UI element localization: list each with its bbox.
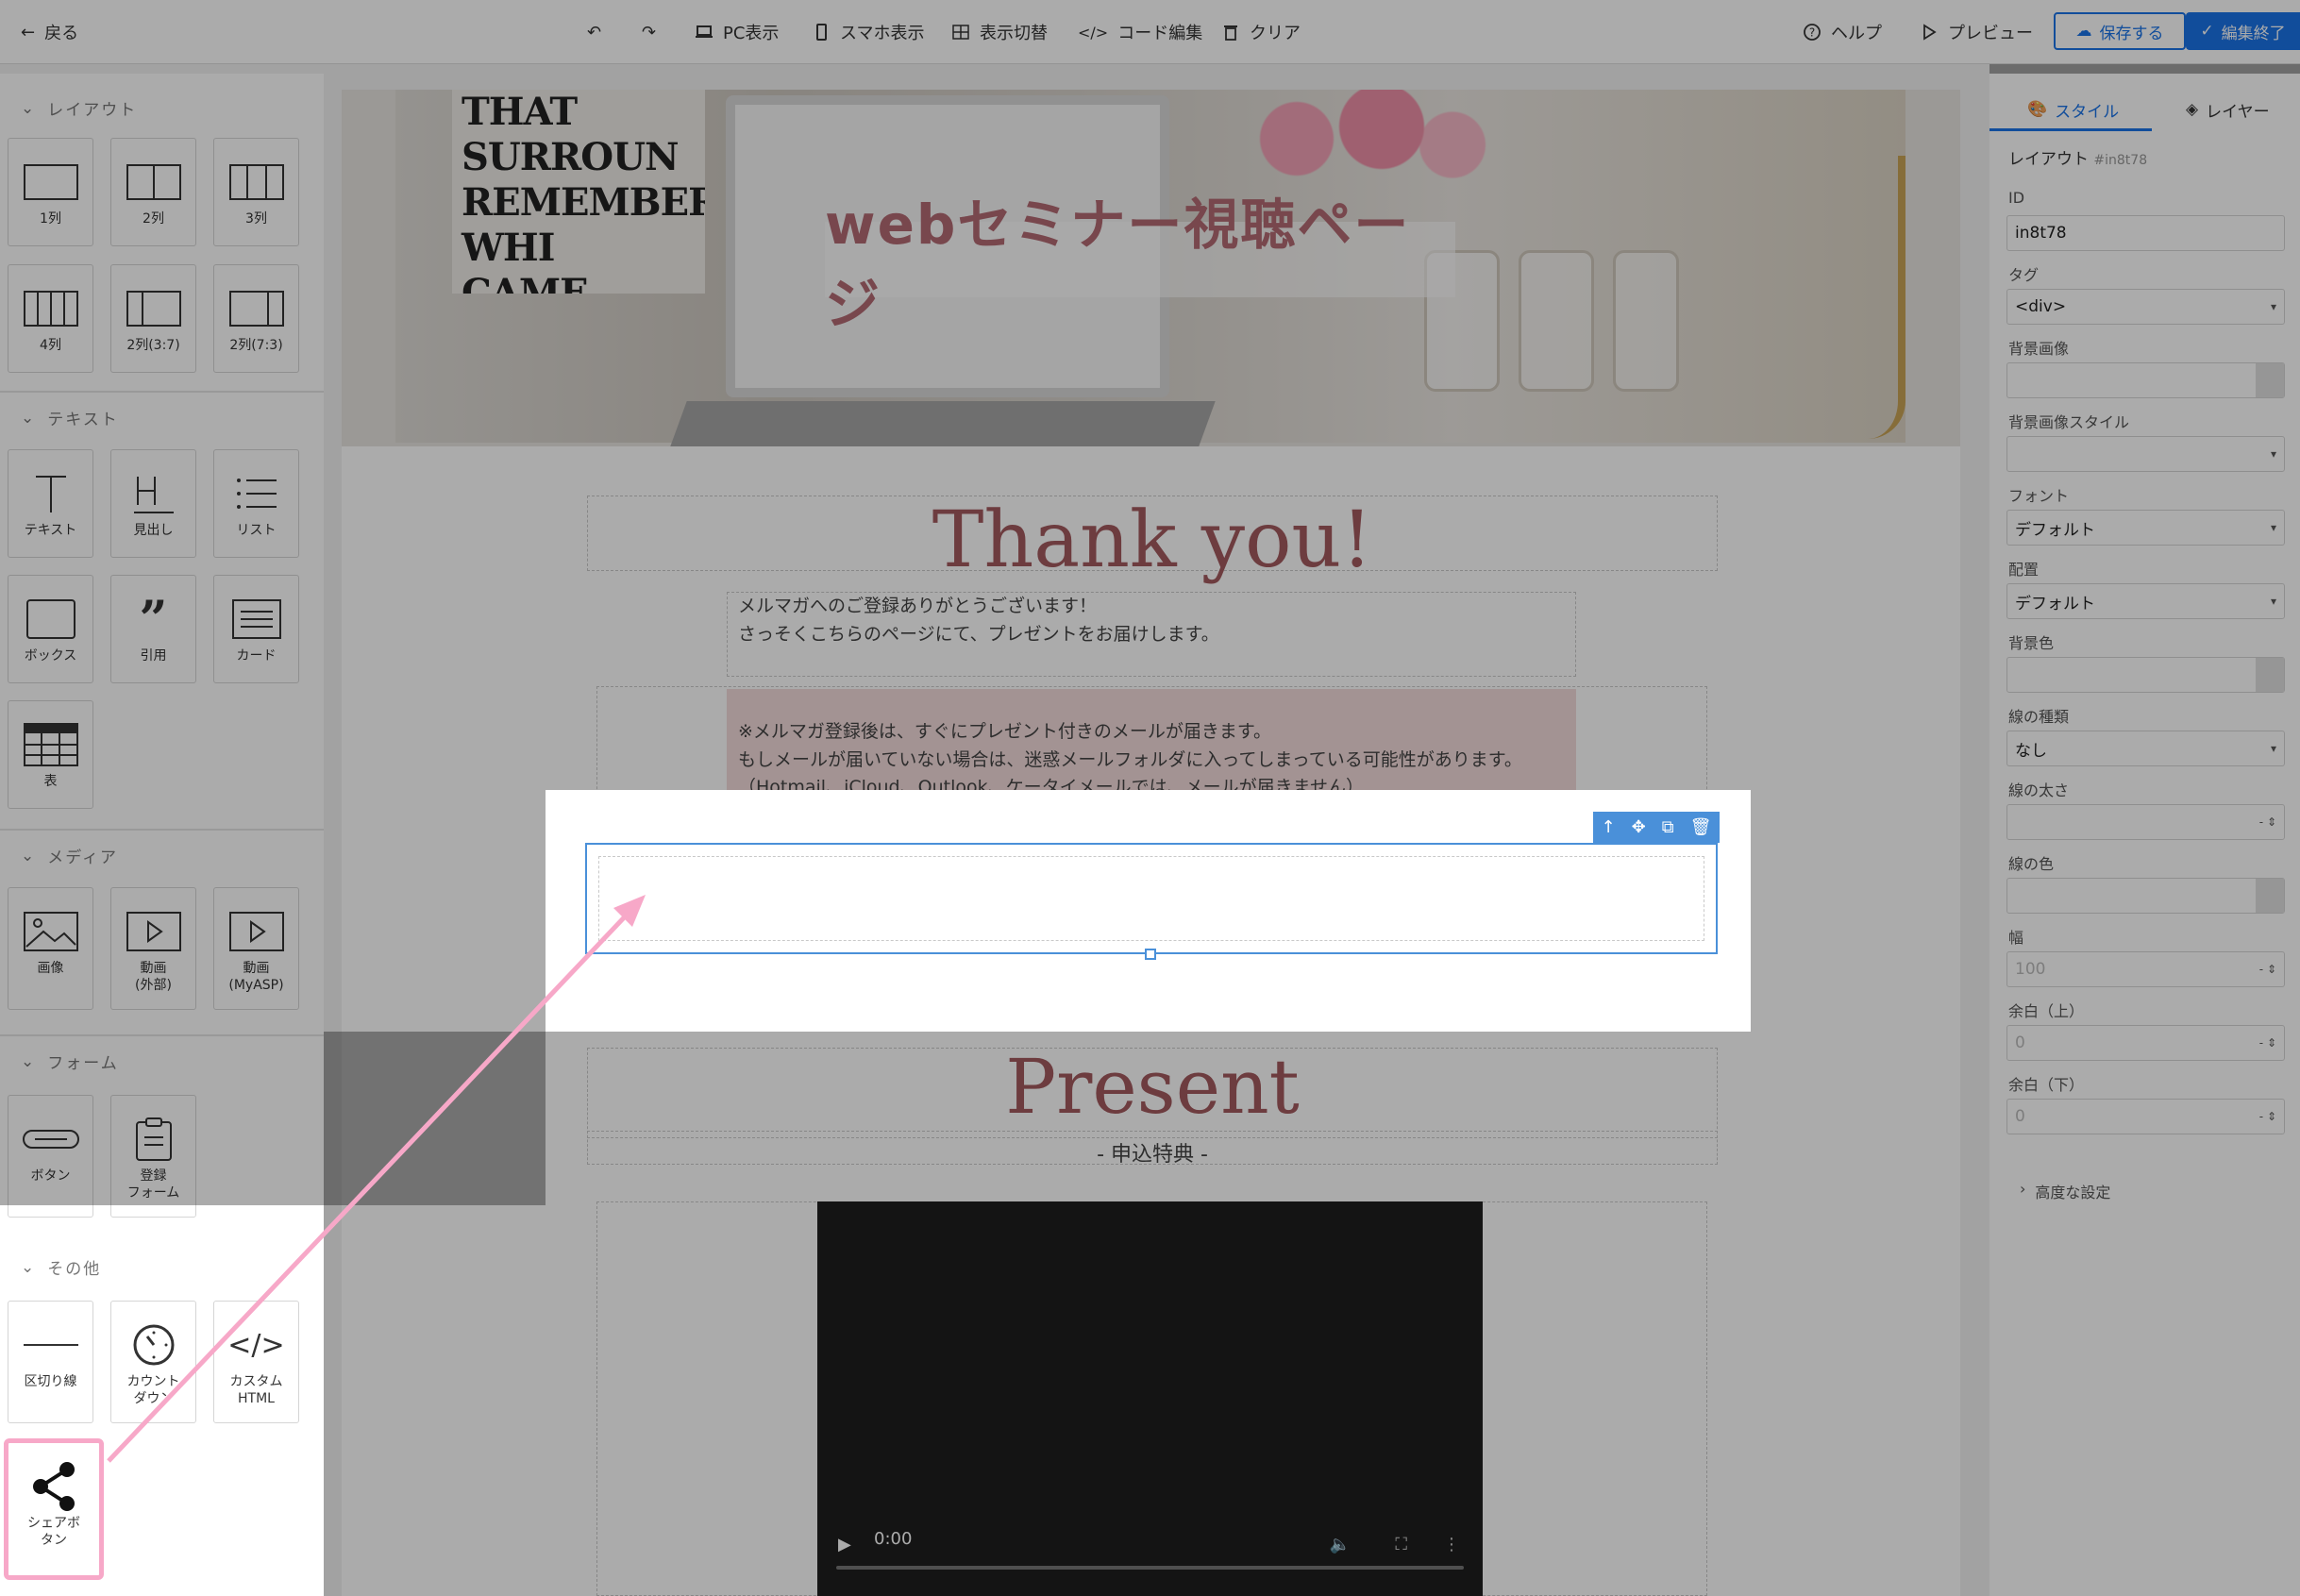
selected-layout-block[interactable] xyxy=(585,843,1718,954)
copy-icon[interactable]: ⧉ xyxy=(1662,817,1674,837)
timer-icon xyxy=(132,1322,176,1368)
move-icon[interactable]: ✥ xyxy=(1632,817,1646,837)
tile-countdown[interactable]: カウント ダウン xyxy=(110,1301,196,1423)
overlay xyxy=(0,0,2300,790)
chevron-down-icon: ⌄ xyxy=(21,1257,37,1277)
horizontal-rule-icon xyxy=(22,1322,80,1368)
share-icon xyxy=(29,1462,78,1511)
selection-toolbar: ↑ ✥ ⧉ 🗑 xyxy=(1593,812,1720,843)
delete-icon[interactable]: 🗑 xyxy=(1690,817,1712,837)
layout-cell[interactable] xyxy=(598,856,1704,941)
code-icon: </> xyxy=(227,1328,285,1362)
resize-handle[interactable] xyxy=(1145,949,1156,960)
section-other-header[interactable]: ⌄ その他 xyxy=(21,1255,101,1280)
tile-divider[interactable]: 区切り線 xyxy=(8,1301,93,1423)
overlay xyxy=(0,0,2300,64)
overlay xyxy=(1989,64,2300,1596)
tile-share-button[interactable]: シェアボ タン xyxy=(4,1438,104,1580)
arrow-up-icon[interactable]: ↑ xyxy=(1602,817,1616,837)
tile-custom-html[interactable]: </> カスタム HTML xyxy=(213,1301,299,1423)
overlay xyxy=(324,790,546,1032)
